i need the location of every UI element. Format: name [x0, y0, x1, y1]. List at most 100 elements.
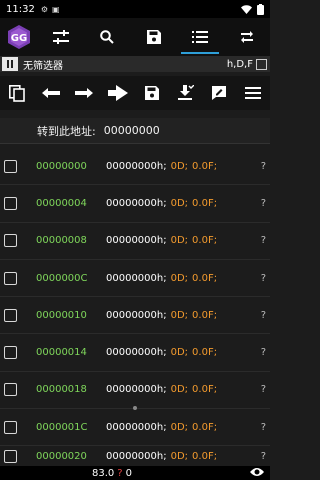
- row-float-value: 0.0F;: [192, 197, 218, 209]
- memory-row[interactable]: 00000008 00000000h; 0D; 0.0F; ?: [0, 223, 270, 260]
- menu-button[interactable]: [236, 76, 270, 110]
- row-hex-value: 00000000h;: [106, 347, 167, 359]
- row-float-value: 0.0F;: [192, 421, 218, 433]
- bottom-stat-2: 0: [125, 467, 132, 479]
- copy-button[interactable]: [0, 76, 34, 110]
- row-float-value: 0.0F;: [192, 450, 218, 462]
- memory-row[interactable]: 0000001C 00000000h; 0D; 0.0F; ?: [0, 409, 270, 447]
- goto-back-button[interactable]: [34, 76, 68, 110]
- gear-icon: ⚙: [40, 4, 48, 14]
- row-checkbox[interactable]: [4, 159, 17, 173]
- edit-message-icon: [212, 86, 227, 100]
- filter-bar: 无筛选器 h,D,F: [0, 56, 270, 72]
- row-checkbox[interactable]: [4, 383, 17, 397]
- arrow-left-icon: [41, 88, 60, 98]
- filter-checkbox[interactable]: [256, 58, 267, 70]
- row-dword-value: 0D;: [170, 421, 189, 433]
- row-dword-value: 0D;: [170, 272, 189, 284]
- gg-logo-icon[interactable]: GG: [0, 24, 37, 50]
- row-dword-value: 0D;: [170, 450, 189, 462]
- memory-list: 00000000 00000000h; 0D; 0.0F; ? 00000004…: [0, 148, 270, 466]
- row-more-indicator: ?: [260, 347, 266, 359]
- pause-button[interactable]: [2, 57, 18, 71]
- row-more-indicator: ?: [260, 384, 266, 396]
- row-checkbox[interactable]: [4, 420, 17, 434]
- row-float-value: 0.0F;: [192, 235, 218, 247]
- search-button[interactable]: [84, 18, 131, 56]
- memory-row[interactable]: 00000000 00000000h; 0D; 0.0F; ?: [0, 148, 270, 186]
- row-address: 00000014: [36, 347, 87, 359]
- row-address: 00000018: [36, 384, 87, 396]
- row-address: 0000000C: [36, 272, 88, 284]
- row-dword-value: 0D;: [170, 160, 189, 172]
- row-more-indicator: ?: [260, 421, 266, 433]
- save-icon: [146, 30, 161, 44]
- more-button[interactable]: [223, 18, 270, 56]
- row-more-indicator: ?: [260, 160, 266, 172]
- row-hex-value: 00000000h;: [106, 235, 167, 247]
- row-hex-value: 00000000h;: [106, 309, 167, 321]
- row-hex-value: 00000000h;: [106, 272, 167, 284]
- save-list-button[interactable]: [135, 76, 169, 110]
- load-button[interactable]: [169, 76, 203, 110]
- memory-row[interactable]: 00000010 00000000h; 0D; 0.0F; ?: [0, 297, 270, 335]
- row-address: 00000010: [36, 309, 87, 321]
- edit-selected-button[interactable]: [203, 76, 237, 110]
- page-indicator-dot: [133, 406, 137, 410]
- row-hex-value: 00000000h;: [106, 160, 167, 172]
- row-float-value: 0.0F;: [192, 160, 218, 172]
- battery-icon: [257, 3, 264, 15]
- row-checkbox[interactable]: [4, 346, 17, 360]
- row-dword-value: 0D;: [170, 347, 189, 359]
- top-toolbar: GG: [0, 18, 270, 56]
- row-more-indicator: ?: [260, 309, 266, 321]
- row-hex-value: 00000000h;: [106, 197, 167, 209]
- row-dword-value: 0D;: [170, 197, 189, 209]
- memory-row[interactable]: 0000000C 00000000h; 0D; 0.0F; ?: [0, 260, 270, 298]
- row-more-indicator: ?: [260, 197, 266, 209]
- row-hex-value: 00000000h;: [106, 450, 167, 462]
- memory-row[interactable]: 00000020 00000000h; 0D; 0.0F; ?: [0, 446, 270, 466]
- memory-row[interactable]: 00000014 00000000h; 0D; 0.0F; ?: [0, 334, 270, 372]
- eye-button[interactable]: [250, 467, 264, 480]
- memory-list-tab[interactable]: [177, 18, 224, 56]
- download-icon: [177, 85, 194, 100]
- eye-icon: [250, 467, 264, 476]
- goto-address-value[interactable]: 00000000: [104, 124, 160, 137]
- row-checkbox[interactable]: [4, 449, 17, 463]
- row-more-indicator: ?: [260, 235, 266, 247]
- goto-address-label: 转到此地址:: [37, 124, 96, 138]
- save-button[interactable]: [130, 18, 177, 56]
- bottom-stat: 83.0: [92, 467, 115, 479]
- row-checkbox[interactable]: [4, 271, 17, 285]
- row-checkbox[interactable]: [4, 196, 17, 210]
- value-type-label[interactable]: h,D,F: [227, 59, 253, 70]
- row-checkbox[interactable]: [4, 308, 17, 322]
- row-address: 0000001C: [36, 421, 88, 433]
- row-float-value: 0.0F;: [192, 309, 218, 321]
- search-icon: [100, 30, 114, 44]
- settings-sliders-button[interactable]: [37, 18, 84, 56]
- pointer-arrow-icon: [108, 85, 129, 101]
- row-dword-value: 0D;: [170, 309, 189, 321]
- filter-label[interactable]: 无筛选器: [23, 57, 63, 72]
- goto-address-bar[interactable]: 转到此地址: 00000000: [0, 118, 270, 144]
- action-toolbar: [0, 76, 270, 110]
- row-float-value: 0.0F;: [192, 272, 218, 284]
- status-bar: 11:32 ⚙ ▣: [0, 0, 270, 18]
- memory-row[interactable]: 00000018 00000000h; 0D; 0.0F; ?: [0, 372, 270, 410]
- row-float-value: 0.0F;: [192, 384, 218, 396]
- row-checkbox[interactable]: [4, 234, 17, 248]
- svg-text:GG: GG: [10, 33, 26, 44]
- arrow-right-icon: [75, 88, 94, 98]
- hamburger-icon: [245, 87, 262, 99]
- memory-row[interactable]: 00000004 00000000h; 0D; 0.0F; ?: [0, 185, 270, 223]
- goto-pointer-button[interactable]: [101, 76, 135, 110]
- goto-forward-button[interactable]: [68, 76, 102, 110]
- wifi-icon: [241, 4, 252, 14]
- row-address: 00000004: [36, 197, 87, 209]
- row-dword-value: 0D;: [170, 384, 189, 396]
- copy-icon: [8, 84, 25, 102]
- row-hex-value: 00000000h;: [106, 384, 167, 396]
- row-address: 00000008: [36, 235, 87, 247]
